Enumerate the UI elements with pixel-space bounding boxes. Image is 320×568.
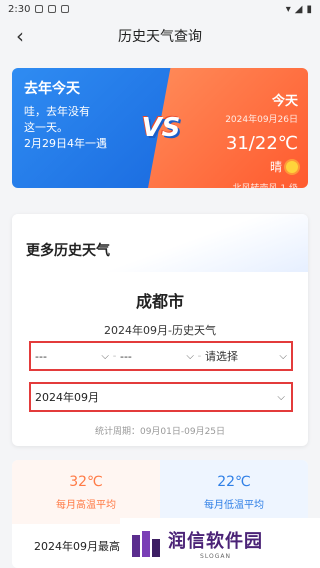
high-value: 32℃ [69, 473, 103, 490]
chevron-down-icon: ⌵ [186, 350, 194, 362]
sun-icon [286, 160, 298, 173]
city-value: --- [119, 349, 132, 363]
chevron-down-icon: ⌵ [277, 391, 285, 403]
last-year-title: 去年今天 [24, 81, 80, 97]
chevron-down-icon: ⌵ [101, 350, 109, 362]
signal-icon: ◢ [294, 3, 303, 15]
separator: - [197, 350, 202, 362]
statistics-period: 统计周期：09月01日-09月25日 [94, 427, 226, 437]
status-bar: 2:30 ▾ ◢ ▮ [0, 0, 320, 18]
monthly-low-average: 22℃ 每月低温平均 [160, 460, 308, 524]
watermark-logo: 润信软件园 SLOGAN [120, 518, 320, 568]
separator: - [112, 350, 117, 362]
month-select[interactable]: 2024年09月 ⌵ [29, 382, 293, 412]
vs-badge-icon: VS [141, 113, 181, 143]
navigation-bar: ‹ 历史天气查询 [0, 18, 320, 54]
city-select[interactable]: --- ⌵ [120, 345, 194, 367]
monthly-high-average: 32℃ 每月高温平均 [12, 460, 160, 524]
history-heading: 更多历史天气 [12, 214, 308, 272]
month-value: 2024年09月 [35, 391, 99, 404]
weather-label: 晴 [269, 160, 282, 174]
weather-compare-banner: 去年今天 哇，去年没有 这一天。 2月29日4年一遇 今天 2024年09月26… [12, 68, 308, 188]
today-weather: 晴 [148, 158, 298, 175]
page-title: 历史天气查询 [118, 29, 202, 45]
media-icon [61, 5, 70, 13]
settings-icon [48, 5, 57, 13]
back-arrow-icon[interactable]: ‹ [8, 24, 32, 48]
region-selector: --- ⌵ - --- ⌵ - 请选择 ⌵ [29, 341, 293, 371]
district-placeholder: 请选择 [204, 350, 238, 363]
brand-logo-icon [132, 529, 160, 557]
province-value: --- [35, 349, 47, 363]
high-label: 每月高温平均 [56, 499, 116, 511]
low-label: 每月低温平均 [204, 499, 264, 511]
battery-icon: ▮ [306, 3, 312, 15]
district-select[interactable]: 请选择 ⌵ [205, 345, 287, 367]
history-subtitle: 2024年09月-历史天气 [104, 324, 216, 337]
wifi-icon: ▾ [285, 3, 291, 15]
today-wind: 北风转南风 1 级 [232, 184, 298, 194]
province-select[interactable]: --- ⌵ [35, 345, 109, 367]
history-weather-card: 更多历史天气 成都市 2024年09月-历史天气 --- ⌵ - --- ⌵ -… [12, 214, 308, 446]
chevron-down-icon: ⌵ [279, 350, 287, 362]
watermark-slogan: SLOGAN [200, 552, 231, 560]
today-title: 今天 [271, 94, 298, 109]
low-value: 22℃ [217, 473, 251, 490]
clock: 2:30 [8, 3, 31, 15]
notification-icon [35, 5, 44, 13]
city-name: 成都市 [135, 292, 184, 311]
watermark-name: 润信软件园 [168, 530, 263, 552]
